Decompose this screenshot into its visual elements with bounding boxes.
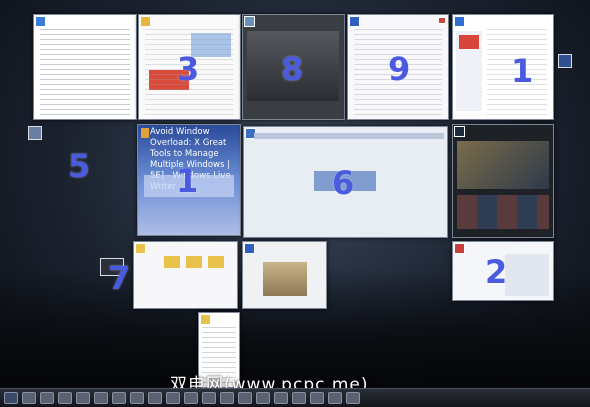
taskbar-app-icon[interactable] (76, 392, 90, 404)
window-thumbnail-steam[interactable] (452, 124, 554, 238)
taskbar-app-icon[interactable] (310, 392, 324, 404)
taskbar (0, 388, 590, 407)
taskbar-app-icon[interactable] (328, 392, 342, 404)
taskbar-app-icon[interactable] (40, 392, 54, 404)
window-thumbnail-chrome[interactable]: 3 (138, 14, 241, 120)
window-number-8: 8 (281, 50, 304, 88)
media-player-icon (244, 16, 255, 27)
folder-icon (135, 243, 146, 254)
taskbar-app-icon[interactable] (130, 392, 144, 404)
close-icon[interactable] (438, 17, 446, 24)
calendar-date-highlight (459, 35, 479, 49)
taskbar-app-icon[interactable] (238, 392, 252, 404)
start-icon[interactable] (4, 392, 18, 404)
window-thumbnail-installer[interactable]: 2 (452, 241, 554, 301)
window-thumbnail-3d-viewer[interactable] (242, 241, 327, 309)
taskbar-app-icon[interactable] (346, 392, 360, 404)
window-thumbnail-notepad[interactable]: 9 (347, 14, 449, 120)
taskbar-app-icon[interactable] (22, 392, 36, 404)
taskbar-app-icon[interactable] (112, 392, 126, 404)
floating-app-icon[interactable] (558, 54, 572, 68)
taskbar-app-icon[interactable] (256, 392, 270, 404)
window-number-5: 5 (68, 147, 91, 185)
taskbar-app-icon[interactable] (274, 392, 288, 404)
window-number-1-writer: 1 (176, 162, 199, 200)
live-writer-icon (141, 128, 149, 138)
window-number-9: 9 (388, 50, 411, 88)
notepad-icon (349, 16, 360, 27)
dialog-panel (505, 254, 549, 296)
game-store-banner (457, 141, 549, 189)
floating-window-icon[interactable] (28, 126, 42, 140)
article-icon (200, 314, 211, 325)
folder-item-icon (208, 256, 224, 268)
folder-item-icon (186, 256, 202, 268)
window-thumbnail-media-player[interactable]: 8 (242, 14, 345, 120)
taskbar-app-icon[interactable] (220, 392, 234, 404)
taskbar-app-icon[interactable] (184, 392, 198, 404)
installer-icon (454, 243, 465, 254)
window-number-7: 7 (108, 259, 131, 297)
chrome-icon (140, 16, 151, 27)
taskbar-app-icon[interactable] (292, 392, 306, 404)
taskbar-app-icon[interactable] (148, 392, 162, 404)
steam-icon (454, 126, 465, 137)
taskbar-app-icon[interactable] (202, 392, 216, 404)
taskbar-app-icon[interactable] (58, 392, 72, 404)
document-text-lines (40, 29, 130, 115)
window-number-1: 1 (511, 52, 534, 90)
window-number-3: 3 (177, 50, 200, 88)
calendar-icon (454, 16, 465, 27)
window-thumbnail-calendar[interactable]: 1 (452, 14, 554, 120)
taskbar-app-icon[interactable] (94, 392, 108, 404)
window-number-2: 2 (485, 253, 508, 291)
window-thumbnail-explorer[interactable]: 6 (243, 126, 448, 238)
folder-item-icon (164, 256, 180, 268)
viewer-icon (244, 243, 255, 254)
window-thumbnail-document[interactable] (33, 14, 137, 120)
window-thumbnail-live-writer[interactable]: Avoid Window Overload: X Great Tools to … (137, 124, 241, 236)
window-thumbnail-folder[interactable] (133, 241, 238, 309)
document-icon (35, 16, 46, 27)
3d-preview (263, 262, 307, 296)
taskbar-app-icon[interactable] (166, 392, 180, 404)
explorer-toolbar (254, 133, 444, 139)
game-grid (457, 195, 549, 229)
window-number-6: 6 (332, 164, 355, 202)
